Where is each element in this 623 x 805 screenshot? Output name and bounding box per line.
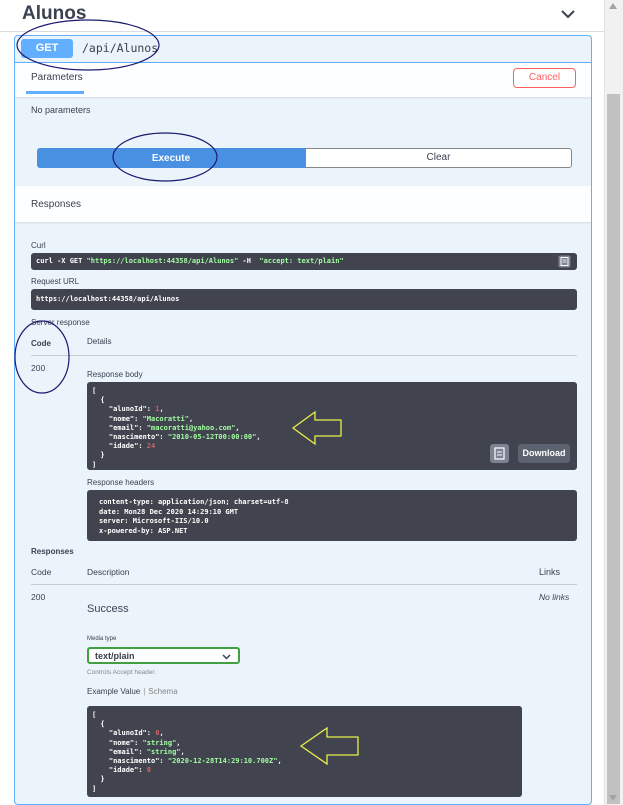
- json-val-nascimento: "2010-05-12T00:00:00": [167, 433, 257, 442]
- example-tabs: Example Value | Schema: [87, 687, 178, 696]
- tag-header[interactable]: Alunos: [0, 0, 604, 32]
- header-line: server: Microsoft-IIS/10.0: [99, 517, 209, 525]
- json-key-alunoid: "alunoId":: [92, 405, 156, 414]
- responses-doc-label: Responses: [31, 547, 74, 556]
- json-val-alunoid: 1: [155, 405, 160, 414]
- scrollbar-thumb[interactable]: [607, 94, 620, 804]
- curl-flag: -H: [238, 257, 260, 265]
- doc-response-code: 200: [31, 592, 46, 602]
- json-key-nome: "nome":: [92, 414, 143, 423]
- json-open-brace: {: [92, 720, 105, 729]
- json-key-nascimento: "nascimento":: [92, 433, 168, 442]
- media-type-label: Media type: [87, 636, 117, 642]
- json-open-bracket: [: [92, 711, 97, 719]
- copy-to-clipboard-icon[interactable]: [558, 255, 571, 268]
- json-key-alunoid: "alunoId":: [92, 729, 156, 738]
- no-parameters-text: No parameters: [31, 105, 91, 115]
- responses-title: Responses: [31, 199, 82, 210]
- responses-header: Responses: [15, 186, 591, 222]
- operation-summary[interactable]: GET /api/Alunos: [15, 36, 591, 63]
- tag-title: Alunos: [22, 3, 87, 24]
- chevron-down-icon: [222, 654, 231, 660]
- execute-button[interactable]: Execute: [37, 148, 305, 168]
- json-open-brace: {: [92, 396, 105, 405]
- json-val-idade: 0: [146, 766, 152, 775]
- copy-body-button[interactable]: [490, 444, 509, 463]
- response-body-box: [ { "alunoId": 1, "nome": "Macoratti", "…: [87, 382, 577, 470]
- operation-path: /api/Alunos: [82, 41, 159, 55]
- tab-active-indicator: [26, 91, 84, 94]
- json-open-bracket: [: [92, 387, 97, 395]
- header-line: x-powered-by: ASP.NET: [99, 526, 188, 535]
- response-headers-label: Response headers: [87, 478, 155, 487]
- doc-links-header: Links: [539, 567, 561, 577]
- request-url-label: Request URL: [31, 277, 80, 286]
- doc-code-header: Code: [31, 567, 52, 577]
- example-value-box: [ { "alunoId": 0, "nome": "string", "ema…: [87, 706, 522, 797]
- json-key-email: "email":: [92, 747, 147, 756]
- response-status-code: 200: [31, 363, 46, 373]
- json-val-nascimento: "2020-12-28T14:29:10.700Z": [167, 757, 278, 766]
- tab-schema[interactable]: Schema: [148, 687, 177, 696]
- doc-header-divider: [31, 584, 577, 585]
- curl-url: "https://localhost:44358/api/Alunos": [86, 257, 239, 265]
- scroll-down-arrow-icon[interactable]: [608, 794, 618, 802]
- media-type-value: text/plain: [95, 651, 135, 661]
- json-val-idade: 24: [146, 442, 156, 451]
- request-url-value: https://localhost:44358/api/Alunos: [36, 295, 180, 303]
- download-button[interactable]: Download: [518, 444, 570, 463]
- response-headers-box: content-type: application/json; charset=…: [87, 490, 577, 541]
- controls-accept-text: Controls Accept header.: [87, 669, 157, 676]
- json-val-alunoid: 0: [155, 729, 160, 738]
- parameters-tab-header: Parameters Cancel: [15, 63, 591, 97]
- json-key-nascimento: "nascimento":: [92, 757, 168, 766]
- json-close-brace: }: [92, 451, 105, 460]
- tab-example-value[interactable]: Example Value: [87, 687, 140, 696]
- json-close-bracket: ]: [92, 460, 97, 469]
- curl-command-box: curl -X GET "https://localhost:44358/api…: [31, 253, 577, 270]
- json-val-nome: "string": [142, 738, 177, 747]
- media-type-select[interactable]: text/plain: [87, 647, 240, 664]
- response-body-label: Response body: [87, 370, 143, 379]
- request-url-box: https://localhost:44358/api/Alunos: [31, 289, 577, 310]
- no-links-text: No links: [539, 592, 570, 602]
- execute-wrapper: Execute Clear: [37, 148, 572, 168]
- json-val-email: "macoratti@yahoo.com": [146, 423, 236, 432]
- clear-button[interactable]: Clear: [305, 148, 572, 168]
- scroll-up-arrow-icon[interactable]: [608, 2, 618, 10]
- details-column-header: Details: [87, 337, 112, 346]
- response-description: Success: [87, 603, 129, 615]
- curl-header: "accept: text/plain": [259, 257, 344, 265]
- chevron-down-icon[interactable]: [558, 4, 578, 24]
- tab-parameters[interactable]: Parameters: [31, 72, 83, 83]
- header-line: date: Mon28 Dec 2020 14:29:10 GMT: [99, 507, 239, 516]
- json-close-bracket: ]: [92, 784, 97, 793]
- json-val-nome: "Macoratti": [142, 414, 189, 423]
- header-divider: [31, 355, 577, 356]
- code-column-header: Code: [31, 339, 51, 348]
- server-response-label: Server response: [31, 318, 90, 327]
- get-operation-block: GET /api/Alunos Parameters Cancel No par…: [14, 35, 592, 805]
- json-val-email: "string": [146, 747, 181, 756]
- curl-label: Curl: [31, 241, 46, 250]
- json-key-nome: "nome":: [92, 738, 143, 747]
- json-close-brace: }: [92, 775, 105, 784]
- curl-prefix: curl -X GET: [36, 257, 87, 265]
- json-key-idade: "idade":: [92, 442, 147, 451]
- cancel-button[interactable]: Cancel: [513, 68, 576, 88]
- json-key-email: "email":: [92, 423, 147, 432]
- json-key-idade: "idade":: [92, 766, 147, 775]
- header-line: content-type: application/json; charset=…: [99, 498, 289, 506]
- doc-description-header: Description: [87, 567, 130, 577]
- method-badge: GET: [21, 39, 73, 58]
- copy-to-clipboard-icon: [494, 447, 505, 460]
